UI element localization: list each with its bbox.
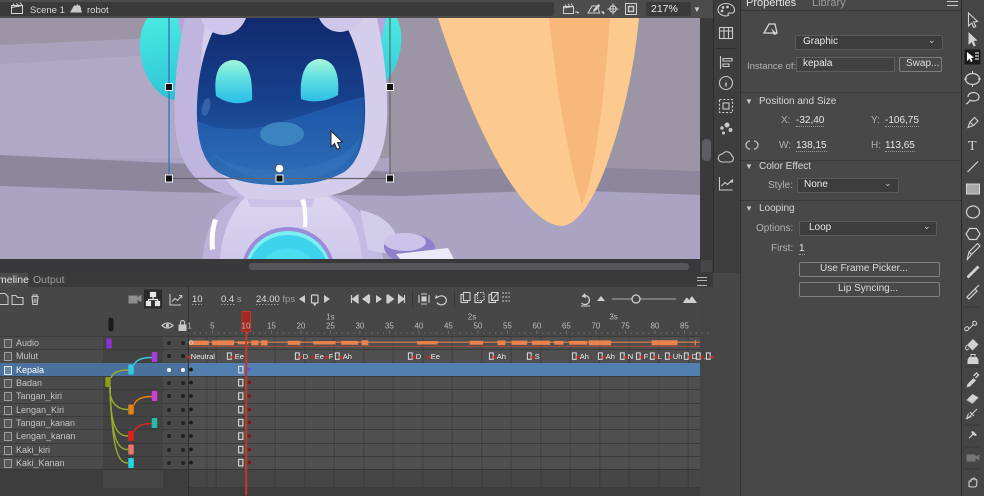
svg-text:F: F (329, 352, 334, 361)
svg-text:Ee: Ee (431, 352, 440, 361)
svg-text:Ee: Ee (235, 352, 244, 361)
svg-text:35: 35 (385, 322, 394, 331)
svg-text:Neutral: Neutral (191, 352, 216, 361)
svg-text:20: 20 (296, 322, 305, 331)
svg-text:85: 85 (680, 322, 689, 331)
svg-text:15: 15 (267, 322, 276, 331)
svg-text:Ah: Ah (343, 352, 352, 361)
svg-text:25: 25 (326, 322, 335, 331)
svg-text:1: 1 (187, 322, 192, 331)
svg-text:55: 55 (503, 322, 512, 331)
svg-text:40: 40 (414, 322, 423, 331)
svg-text:0.4 s: 0.4 s (221, 294, 242, 305)
svg-text:Ee: Ee (315, 352, 324, 361)
svg-text:N: N (628, 352, 633, 361)
svg-text:45: 45 (444, 322, 453, 331)
svg-text:1s: 1s (326, 313, 334, 322)
svg-text:80: 80 (650, 322, 659, 331)
svg-text:60: 60 (532, 322, 541, 331)
svg-text:70: 70 (591, 322, 600, 331)
svg-text:30: 30 (355, 322, 364, 331)
svg-text:Ah: Ah (606, 352, 615, 361)
svg-text:Ah: Ah (497, 352, 506, 361)
svg-text:F: F (644, 352, 649, 361)
svg-text:3s: 3s (609, 313, 617, 322)
svg-text:S: S (535, 352, 540, 361)
svg-text:65: 65 (562, 322, 571, 331)
svg-text:Uh: Uh (673, 352, 683, 361)
svg-text:5: 5 (210, 322, 215, 331)
svg-text:D: D (416, 352, 422, 361)
svg-text:50: 50 (473, 322, 482, 331)
svg-text:L: L (658, 352, 662, 361)
svg-text:2s: 2s (468, 313, 476, 322)
svg-text:Ah: Ah (580, 352, 589, 361)
svg-text:24.00 fps: 24.00 fps (256, 294, 295, 305)
svg-text:T: T (968, 139, 977, 154)
svg-text:10: 10 (192, 294, 203, 305)
svg-text:75: 75 (621, 322, 630, 331)
svg-text:D: D (303, 352, 309, 361)
svg-text:10: 10 (242, 322, 251, 331)
